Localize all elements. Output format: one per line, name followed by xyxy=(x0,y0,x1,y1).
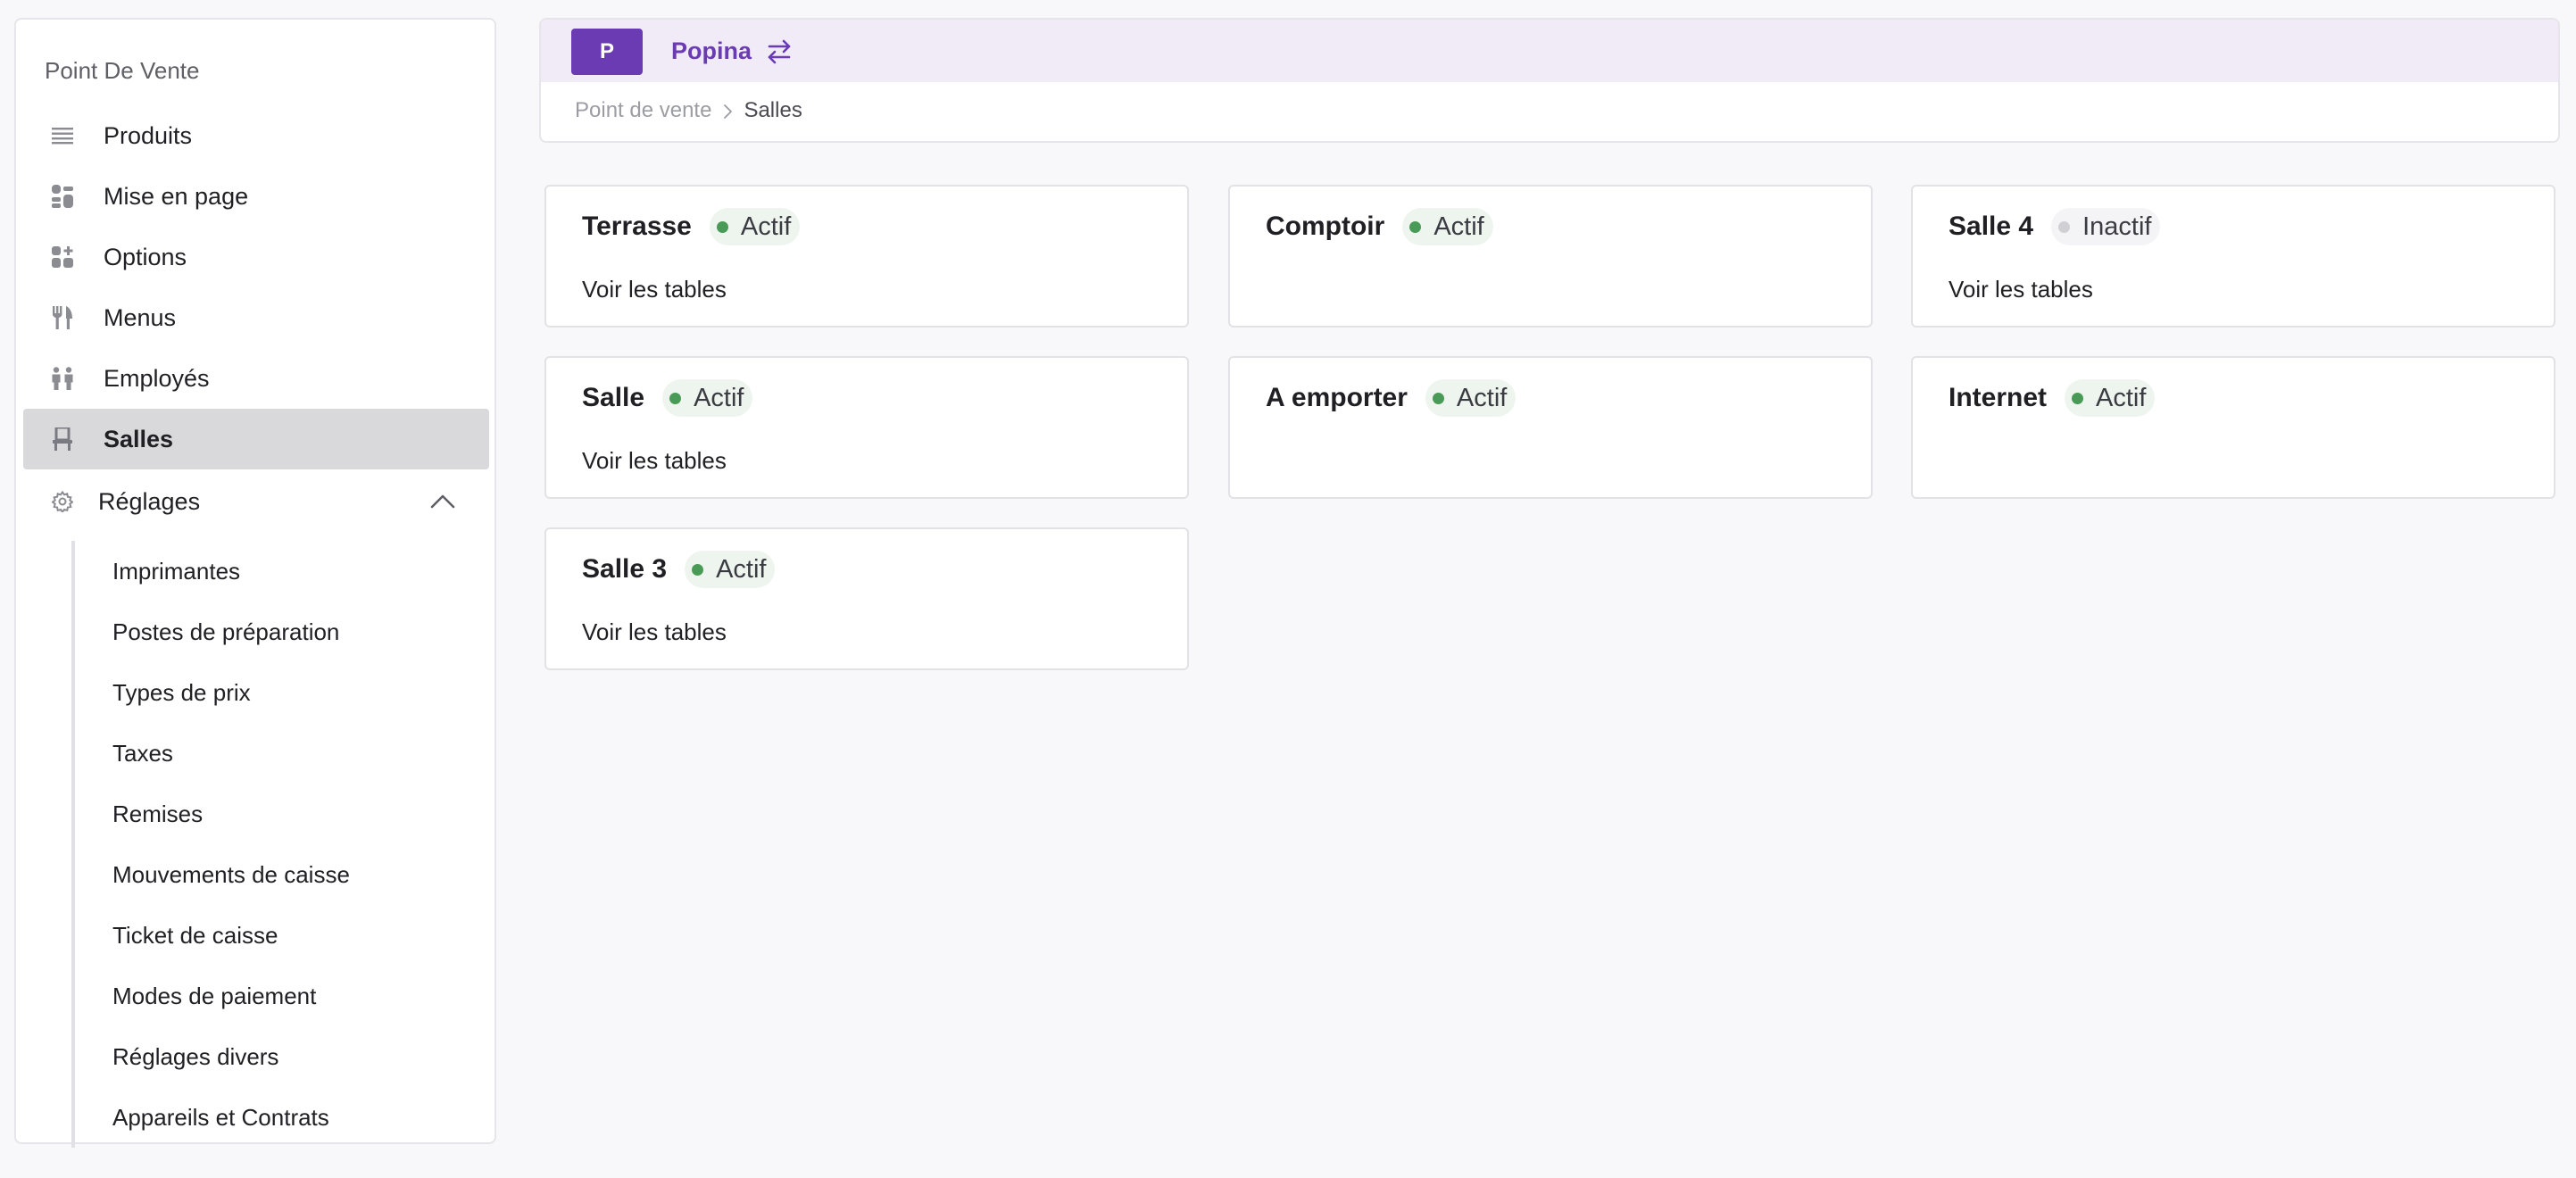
org-avatar[interactable]: P xyxy=(571,29,643,75)
top-header: P Popina Point de vente Salles xyxy=(539,18,2560,143)
sidebar-item-label: Options xyxy=(104,243,187,270)
room-card[interactable]: Terrasse Actif Voir les tables xyxy=(544,185,1189,328)
status-badge: Actif xyxy=(685,551,776,588)
sidebar-item-label: Menus xyxy=(104,303,177,331)
settings-item-postes-de-preparation[interactable]: Postes de préparation xyxy=(112,601,469,662)
room-card[interactable]: Internet Actif xyxy=(1911,356,2555,499)
settings-item-appareils-et-contrats[interactable]: Appareils et Contrats xyxy=(112,1087,469,1148)
breadcrumb-current: Salles xyxy=(744,98,802,122)
sidebar-item-label: Produits xyxy=(104,121,193,149)
status-dot-icon xyxy=(2058,220,2071,233)
view-tables-link[interactable]: Voir les tables xyxy=(582,618,727,646)
settings-item-taxes[interactable]: Taxes xyxy=(112,723,469,784)
chevron-up-icon[interactable] xyxy=(430,493,455,510)
settings-item-reglages-divers[interactable]: Réglages divers xyxy=(112,1026,469,1087)
sidebar-item-label: Employés xyxy=(104,364,210,392)
sidebar-nav: Produits Mise en page Options Menus Empl… xyxy=(23,105,489,469)
layout-icon xyxy=(50,184,75,209)
chevron-right-icon xyxy=(719,102,736,120)
status-dot-icon xyxy=(716,220,728,233)
status-badge: Actif xyxy=(709,208,801,245)
room-card-header: A emporter Actif xyxy=(1266,379,1517,417)
room-card[interactable]: Comptoir Actif xyxy=(1228,185,1873,328)
breadcrumb: Point de vente Salles xyxy=(575,98,802,123)
room-card[interactable]: Salle 4 Inactif Voir les tables xyxy=(1911,185,2555,328)
room-card-header: Salle Actif xyxy=(582,379,753,417)
status-label: Actif xyxy=(740,212,792,241)
room-name: A emporter xyxy=(1266,383,1408,412)
breadcrumb-parent[interactable]: Point de vente xyxy=(575,98,711,123)
status-label: Actif xyxy=(2096,383,2147,412)
status-badge: Actif xyxy=(2065,379,2156,417)
sidebar-item-mise-en-page[interactable]: Mise en page xyxy=(23,166,489,227)
room-card-header: Salle 4 Inactif xyxy=(1949,208,2161,245)
room-card[interactable]: A emporter Actif xyxy=(1228,356,1873,499)
sidebar-item-options[interactable]: Options xyxy=(23,227,489,287)
room-name: Salle 3 xyxy=(582,554,668,584)
status-label: Inactif xyxy=(2082,212,2152,241)
sidebar-item-reglages[interactable]: Réglages xyxy=(23,471,489,532)
cutlery-icon xyxy=(50,305,75,330)
view-tables-link[interactable]: Voir les tables xyxy=(1949,276,2093,303)
sidebar-title: Point De Vente xyxy=(45,57,200,84)
status-dot-icon xyxy=(692,563,704,576)
sidebar-item-salles[interactable]: Salles xyxy=(23,409,489,469)
status-badge: Actif xyxy=(1425,379,1517,417)
gear-icon xyxy=(50,489,75,514)
settings-item-types-de-prix[interactable]: Types de prix xyxy=(112,662,469,723)
sidebar-item-label: Réglages xyxy=(98,487,201,515)
status-badge: Actif xyxy=(1402,208,1493,245)
status-badge: Actif xyxy=(662,379,753,417)
sidebar-item-menus[interactable]: Menus xyxy=(23,287,489,348)
status-dot-icon xyxy=(1409,220,1422,233)
room-card-header: Salle 3 Actif xyxy=(582,551,776,588)
room-card[interactable]: Salle 3 Actif Voir les tables xyxy=(544,527,1189,670)
options-icon xyxy=(50,245,75,270)
sidebar-item-label: Salles xyxy=(104,425,174,452)
status-dot-icon xyxy=(1432,392,1444,404)
switch-org-icon[interactable] xyxy=(764,37,794,66)
settings-submenu: Imprimantes Postes de préparation Types … xyxy=(112,541,469,1148)
submenu-rail xyxy=(71,541,75,1148)
status-badge: Inactif xyxy=(2051,208,2161,245)
sidebar-item-employes[interactable]: Employés xyxy=(23,348,489,409)
people-icon xyxy=(50,366,75,391)
view-tables-link[interactable]: Voir les tables xyxy=(582,447,727,475)
settings-item-mouvements-de-caisse[interactable]: Mouvements de caisse xyxy=(112,844,469,905)
settings-item-ticket-de-caisse[interactable]: Ticket de caisse xyxy=(112,905,469,966)
room-card-header: Terrasse Actif xyxy=(582,208,801,245)
org-bar xyxy=(541,20,2558,82)
status-label: Actif xyxy=(716,554,767,584)
status-dot-icon xyxy=(669,392,682,404)
room-card-header: Comptoir Actif xyxy=(1266,208,1493,245)
settings-item-remises[interactable]: Remises xyxy=(112,784,469,844)
sidebar: Point De Vente Produits Mise en page Opt… xyxy=(14,18,496,1148)
settings-item-modes-de-paiement[interactable]: Modes de paiement xyxy=(112,966,469,1026)
status-label: Actif xyxy=(1456,383,1508,412)
status-label: Actif xyxy=(694,383,744,412)
settings-item-imprimantes[interactable]: Imprimantes xyxy=(112,541,469,601)
status-dot-icon xyxy=(2072,392,2084,404)
chair-icon xyxy=(50,427,75,452)
room-card[interactable]: Salle Actif Voir les tables xyxy=(544,356,1189,499)
room-name: Salle 4 xyxy=(1949,212,2034,241)
org-name[interactable]: Popina xyxy=(671,37,752,65)
list-icon xyxy=(50,123,75,148)
status-label: Actif xyxy=(1433,212,1484,241)
sidebar-item-produits[interactable]: Produits xyxy=(23,105,489,166)
room-card-header: Internet Actif xyxy=(1949,379,2156,417)
room-name: Terrasse xyxy=(582,212,692,241)
view-tables-link[interactable]: Voir les tables xyxy=(582,276,727,303)
room-name: Internet xyxy=(1949,383,2048,412)
room-name: Comptoir xyxy=(1266,212,1385,241)
sidebar-item-label: Mise en page xyxy=(104,182,249,210)
room-name: Salle xyxy=(582,383,645,412)
